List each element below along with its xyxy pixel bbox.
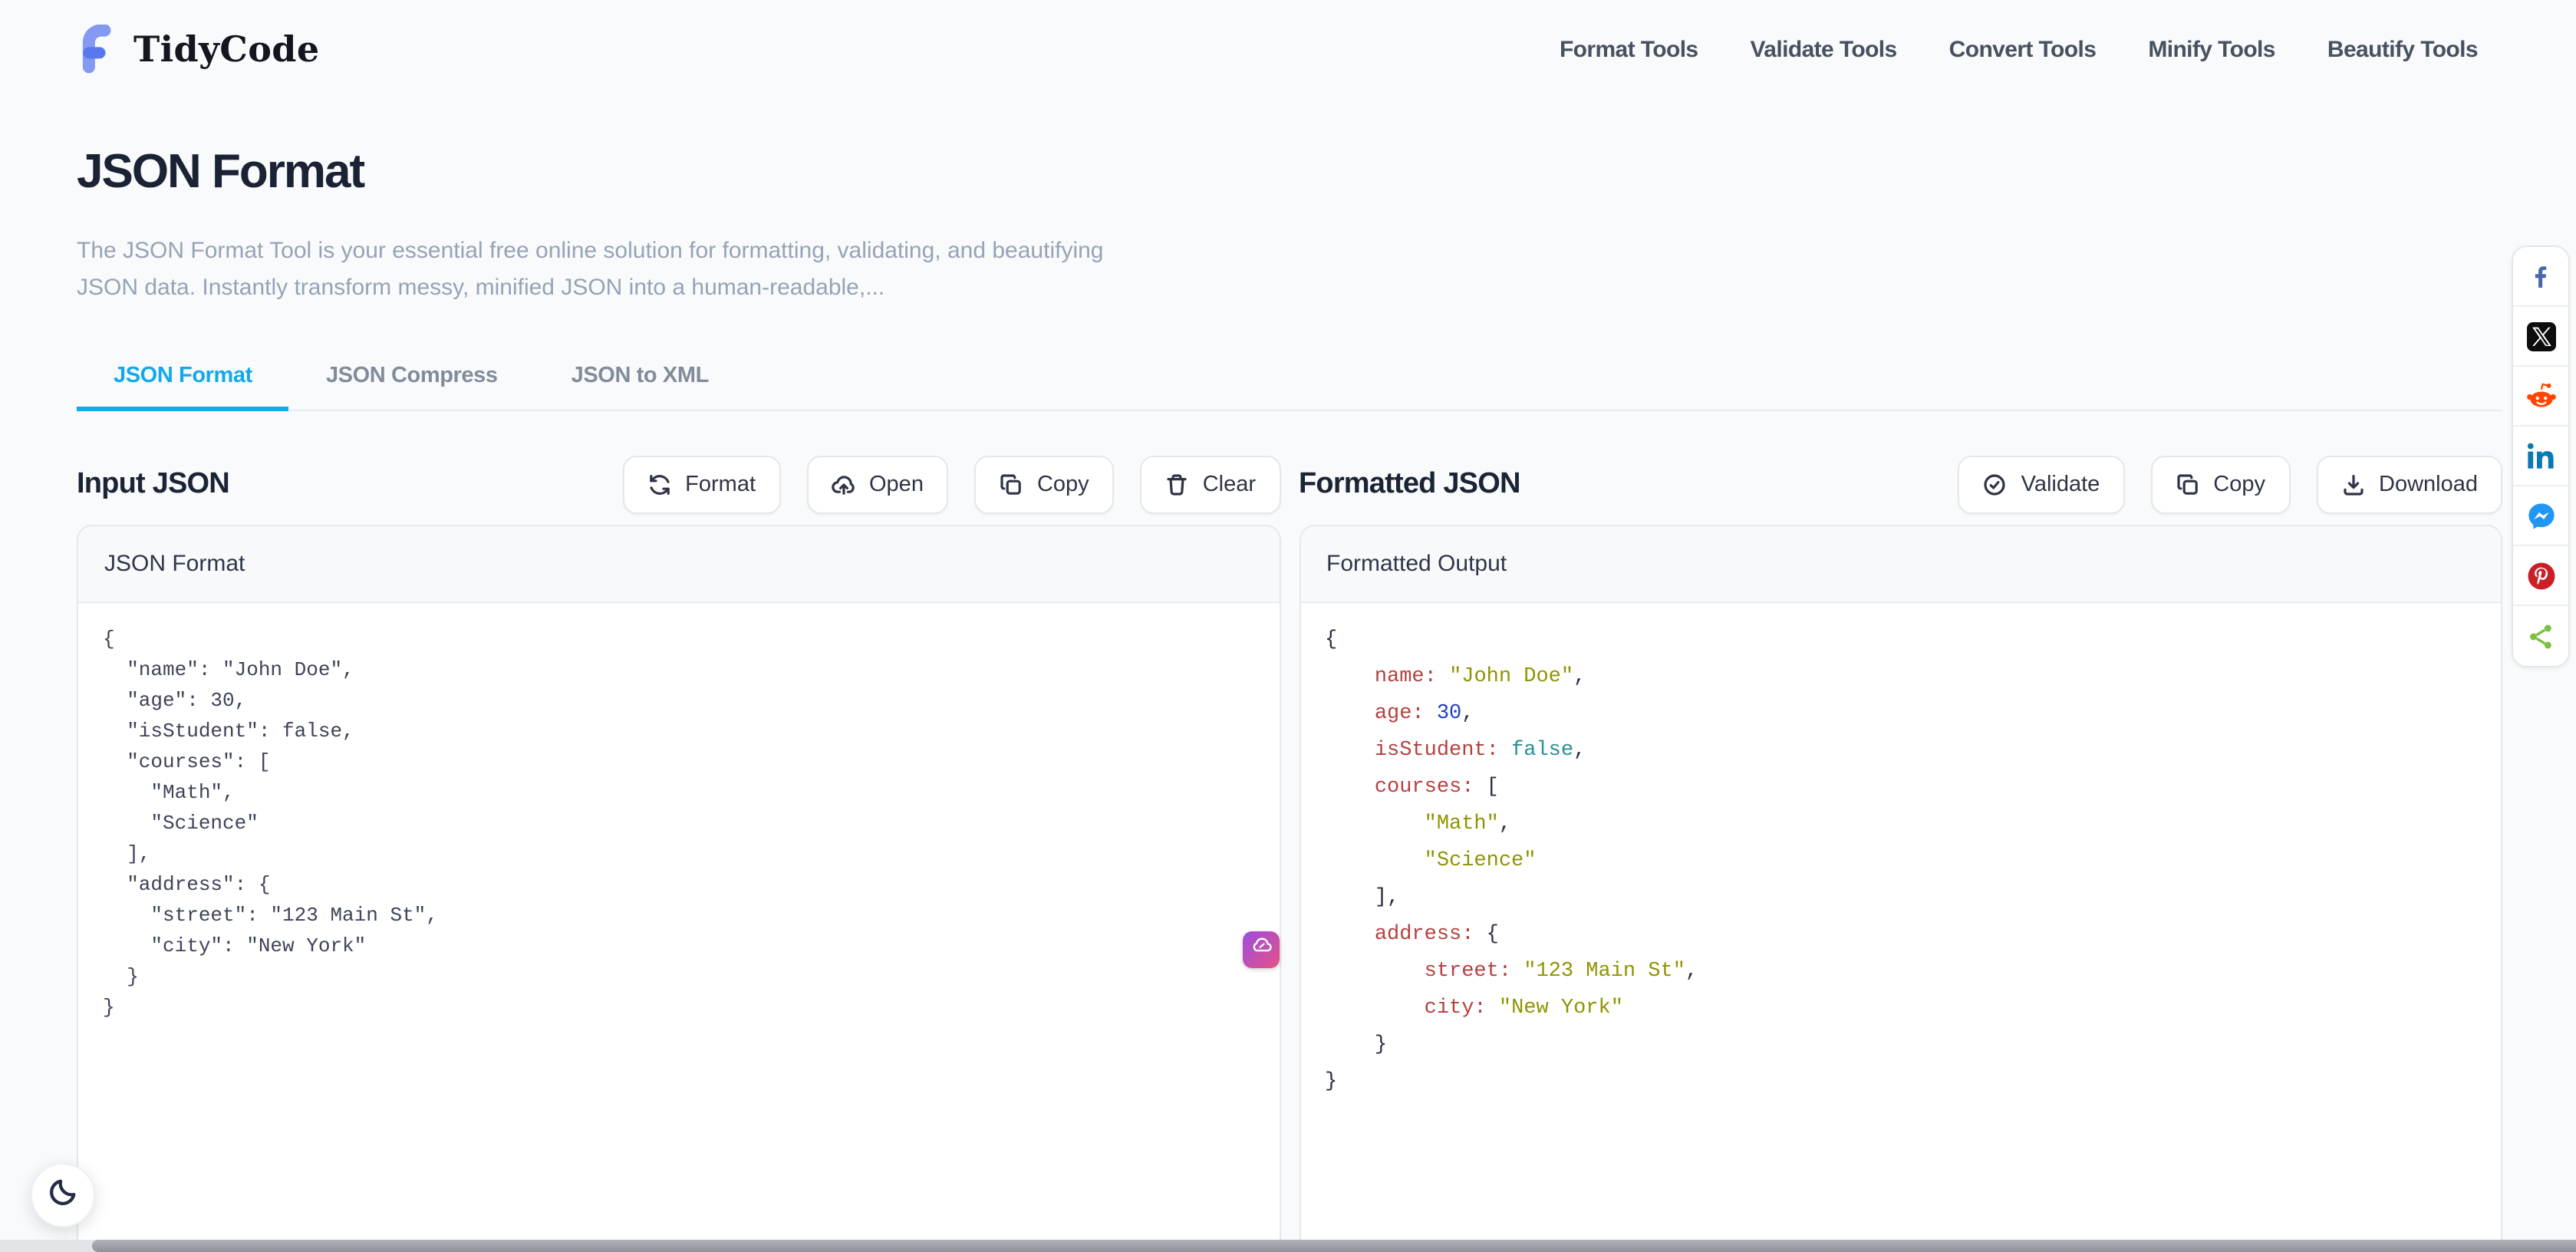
brand-logo[interactable]: TidyCode <box>77 25 320 74</box>
copy-output-button[interactable]: Copy <box>2150 456 2290 514</box>
cloud-link-icon <box>1248 933 1274 967</box>
nav-convert-tools[interactable]: Convert Tools <box>1949 36 2097 62</box>
output-panel-title: Formatted Output <box>1300 526 2501 603</box>
tab-json-compress[interactable]: JSON Compress <box>289 364 535 411</box>
brand-name: TidyCode <box>133 28 320 70</box>
share-nodes-icon <box>2525 621 2556 651</box>
open-button-label: Open <box>869 473 924 497</box>
validate-button-label: Validate <box>2021 473 2100 497</box>
linkedin-icon <box>2525 440 2556 471</box>
copy-input-button-label: Copy <box>1037 473 1089 497</box>
horizontal-scrollbar-track <box>0 1240 2576 1252</box>
check-circle-icon <box>1983 473 2008 497</box>
input-panel: JSON Format { "name": "John Doe", "age":… <box>77 525 1280 1252</box>
format-button-label: Format <box>685 473 756 497</box>
extension-badge[interactable] <box>1243 931 1280 968</box>
messenger-icon <box>2525 499 2557 532</box>
pinterest-share-button[interactable] <box>2513 546 2568 606</box>
nav-format-tools[interactable]: Format Tools <box>1560 36 1698 62</box>
facebook-icon <box>2525 261 2556 292</box>
refresh-icon <box>647 473 671 497</box>
open-button[interactable]: Open <box>806 456 948 514</box>
facebook-share-button[interactable] <box>2513 247 2568 307</box>
messenger-share-button[interactable] <box>2513 486 2568 546</box>
input-buttons: Format Open <box>622 456 1280 514</box>
horizontal-scrollbar-thumb[interactable] <box>92 1240 2576 1252</box>
input-section-title: Input JSON <box>77 468 229 502</box>
main-nav: Format Tools Validate Tools Convert Tool… <box>1560 36 2478 62</box>
download-icon <box>2340 473 2365 497</box>
dark-mode-toggle[interactable] <box>31 1163 95 1227</box>
output-column: Formatted JSON Validate <box>1299 456 2502 1252</box>
copy-icon <box>999 473 1023 497</box>
copy-output-button-label: Copy <box>2213 473 2265 497</box>
clear-button-label: Clear <box>1203 473 1256 497</box>
output-panel: Formatted Output { name: "John Doe", age… <box>1299 525 2502 1252</box>
reddit-share-button[interactable] <box>2513 367 2568 427</box>
format-button[interactable]: Format <box>622 456 780 514</box>
x-twitter-share-button[interactable] <box>2513 307 2568 367</box>
tab-json-to-xml[interactable]: JSON to XML <box>535 364 746 411</box>
brand-f-icon <box>77 25 120 74</box>
json-input-editor[interactable]: { "name": "John Doe", "age": 30, "isStud… <box>78 603 1279 1252</box>
formatted-code: { name: "John Doe", age: 30, isStudent: … <box>1300 603 2501 1122</box>
pinterest-icon <box>2525 559 2557 591</box>
main-content: JSON Format The JSON Format Tool is your… <box>0 144 2576 1252</box>
input-column: Input JSON Format <box>77 456 1280 1252</box>
clear-button[interactable]: Clear <box>1140 456 1280 514</box>
share-nodes-button[interactable] <box>2513 606 2568 666</box>
output-buttons: Validate Copy <box>1958 456 2502 514</box>
input-panel-title: JSON Format <box>78 526 1279 603</box>
tool-tabs: JSON Format JSON Compress JSON to XML <box>77 364 2502 411</box>
reddit-icon <box>2525 380 2557 412</box>
validate-button[interactable]: Validate <box>1958 456 2125 514</box>
output-toolbar: Formatted JSON Validate <box>1299 456 2502 514</box>
share-sidebar <box>2512 245 2570 667</box>
nav-beautify-tools[interactable]: Beautify Tools <box>2327 36 2478 62</box>
top-bar: TidyCode Format Tools Validate Tools Con… <box>0 0 2576 98</box>
page-title: JSON Format <box>77 144 2502 199</box>
page-description: The JSON Format Tool is your essential f… <box>77 233 1108 307</box>
moon-icon <box>48 1177 77 1214</box>
copy-input-button[interactable]: Copy <box>974 456 1114 514</box>
input-toolbar: Input JSON Format <box>77 456 1280 514</box>
output-section-title: Formatted JSON <box>1299 468 1520 502</box>
trash-icon <box>1164 473 1189 497</box>
x-twitter-icon <box>2526 321 2555 351</box>
download-button-label: Download <box>2379 473 2478 497</box>
upload-cloud-icon <box>831 473 855 497</box>
tab-json-format[interactable]: JSON Format <box>77 364 289 411</box>
editor-columns: Input JSON Format <box>77 456 2502 1252</box>
linkedin-share-button[interactable] <box>2513 427 2568 486</box>
nav-validate-tools[interactable]: Validate Tools <box>1751 36 1897 62</box>
copy-icon <box>2175 473 2199 497</box>
page: TidyCode Format Tools Validate Tools Con… <box>0 0 2576 1252</box>
download-button[interactable]: Download <box>2316 456 2502 514</box>
nav-minify-tools[interactable]: Minify Tools <box>2148 36 2275 62</box>
